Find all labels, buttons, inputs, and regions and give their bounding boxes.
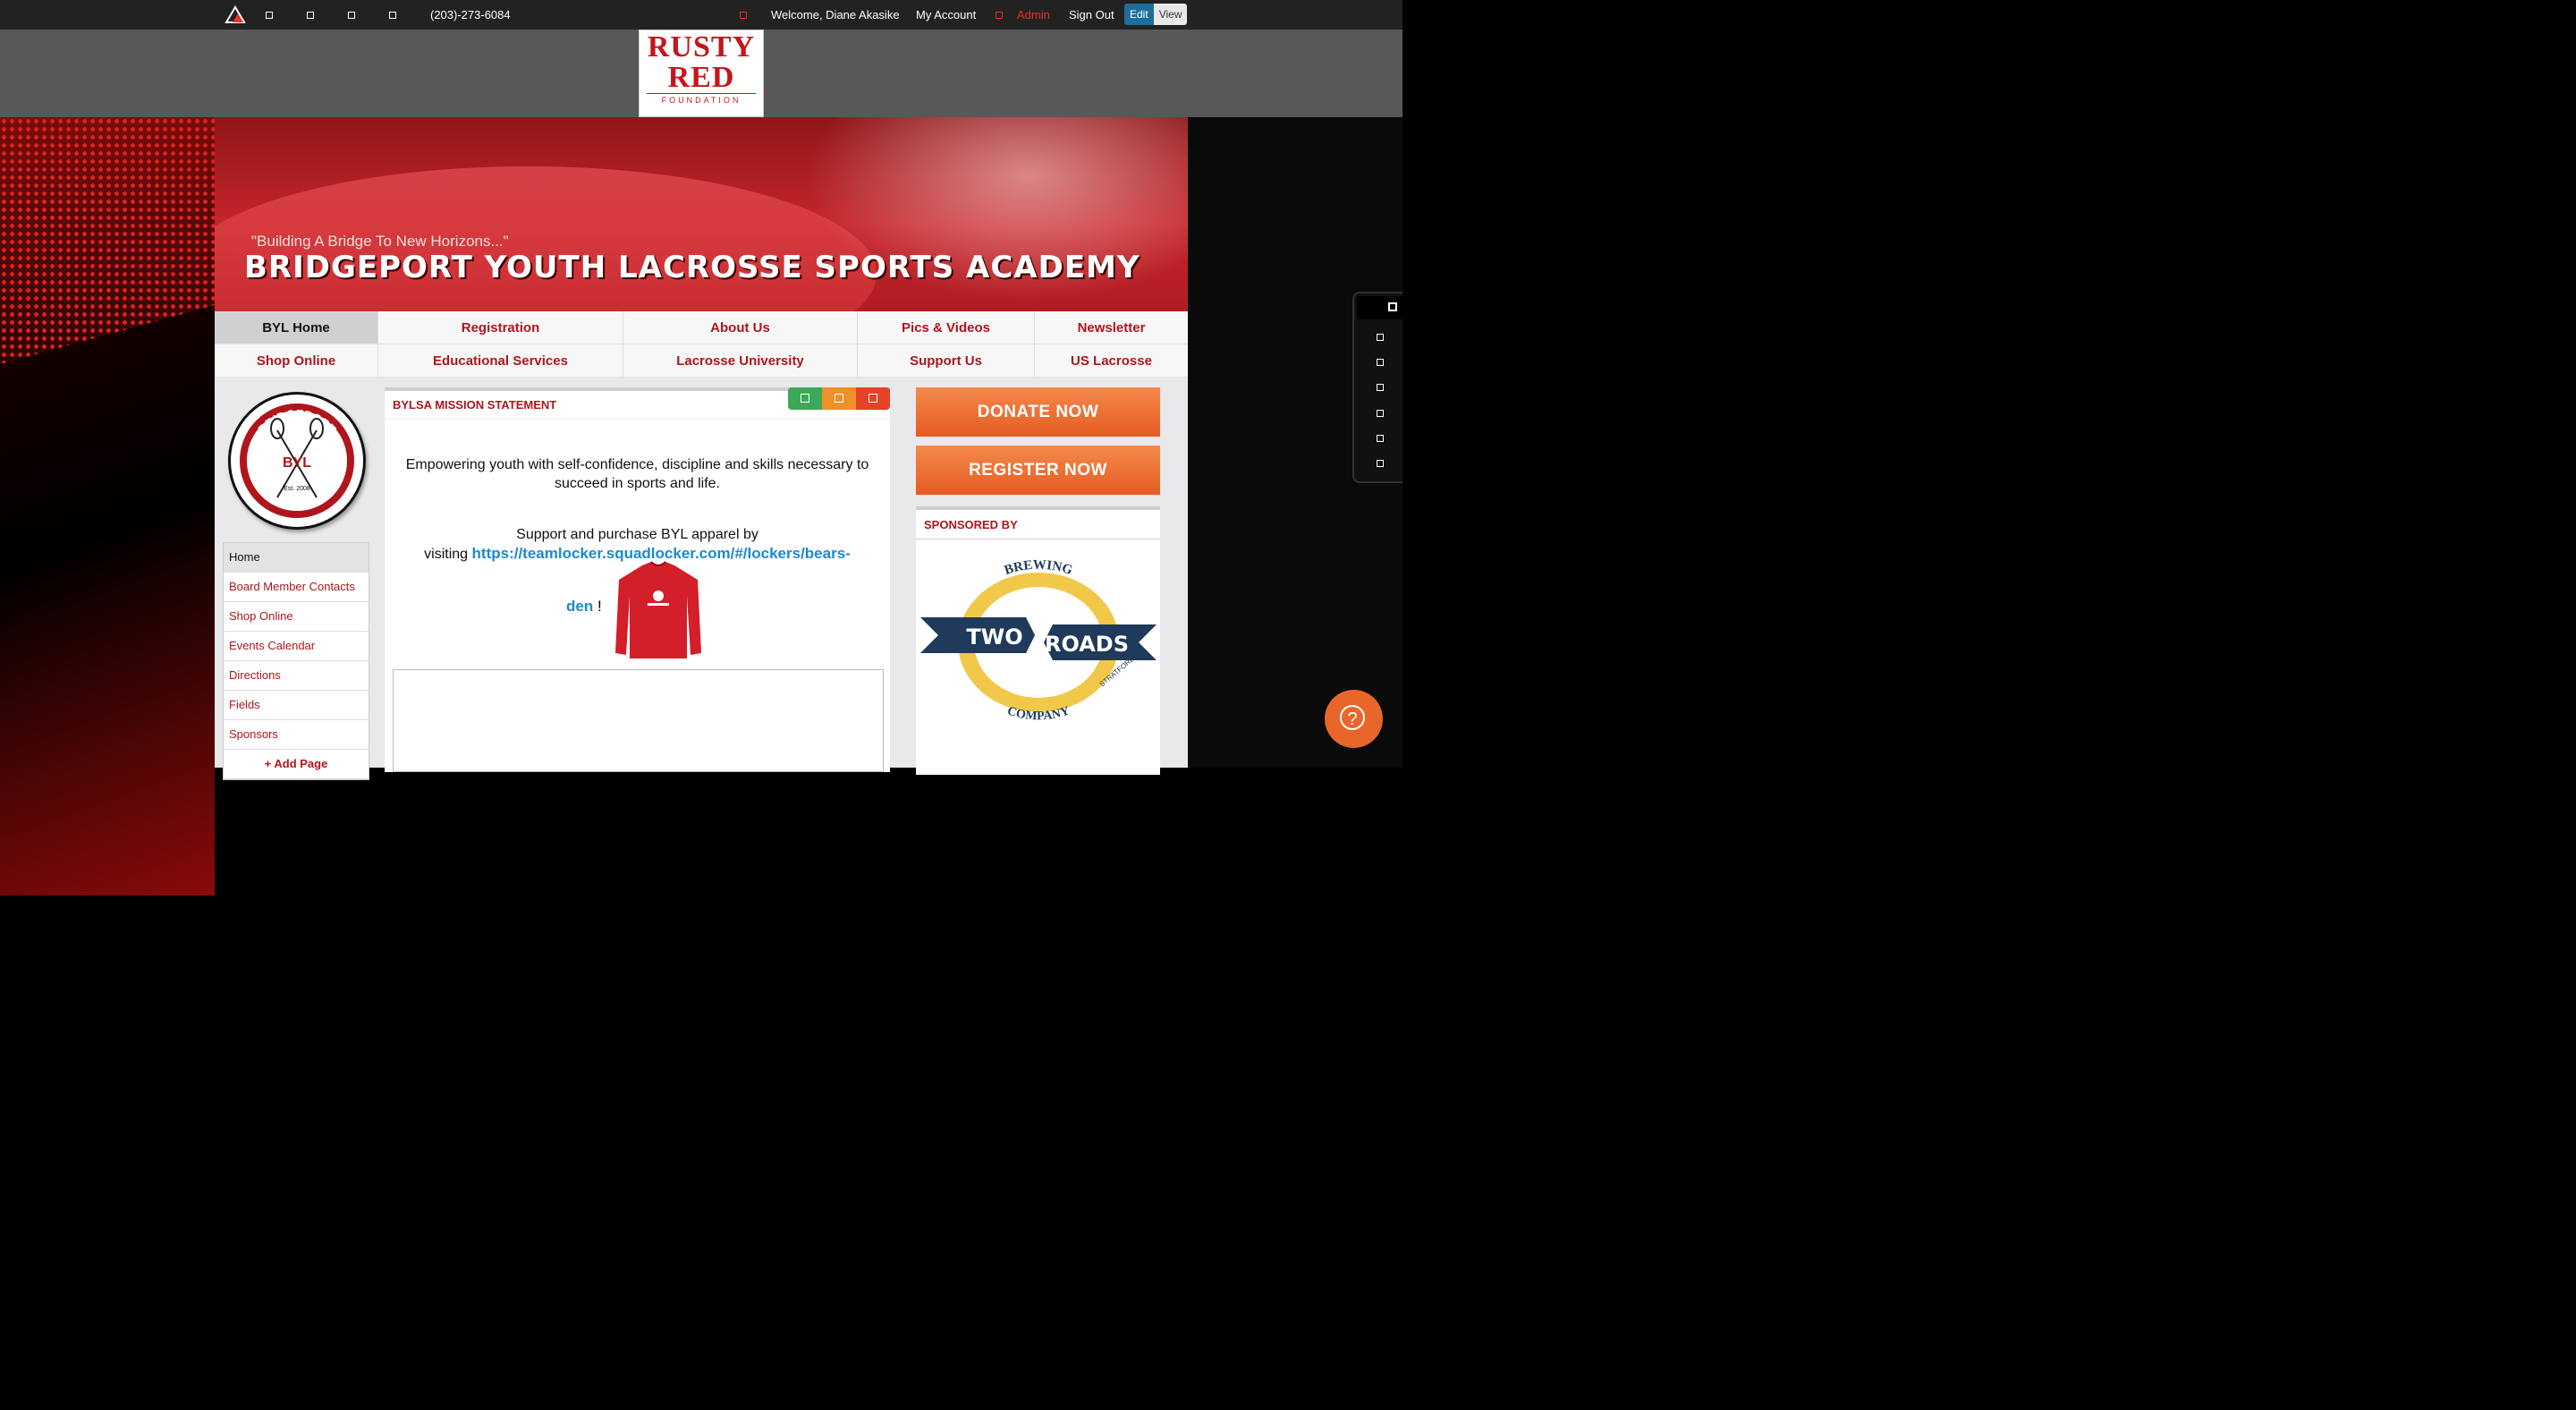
register-now-button[interactable]: REGISTER NOW bbox=[916, 446, 1160, 495]
admin-icon bbox=[996, 12, 1003, 19]
background-art-left bbox=[0, 117, 215, 896]
sidenav-events-calendar[interactable]: Events Calendar bbox=[224, 632, 369, 661]
admin-top-bar: (203)-273-6084 Welcome, Diane Akasike My… bbox=[0, 0, 1402, 30]
sign-out-link[interactable]: Sign Out bbox=[1069, 8, 1114, 21]
nav-lacrosse-university[interactable]: Lacrosse University bbox=[623, 344, 857, 378]
nav-shop-online[interactable]: Shop Online bbox=[215, 344, 377, 378]
nav-newsletter[interactable]: Newsletter bbox=[1034, 311, 1188, 344]
side-navigation: Home Board Member Contacts Shop Online E… bbox=[223, 542, 369, 780]
floating-side-toolbar bbox=[1352, 292, 1404, 483]
help-button[interactable]: ? bbox=[1325, 690, 1383, 748]
apparel-visiting: visiting bbox=[424, 547, 469, 562]
donate-now-button[interactable]: DONATE NOW bbox=[916, 387, 1160, 437]
notification-icon[interactable] bbox=[740, 12, 747, 19]
embed-box bbox=[393, 669, 884, 772]
sponsor-panel: SPONSORED BY TWO ROADS BREWING COMPANY S… bbox=[916, 506, 1160, 775]
sponsor-word-2: ROADS bbox=[1045, 632, 1129, 657]
hero-title: BRIDGEPORT YOUTH LACROSSE SPORTS ACADEMY bbox=[244, 250, 1140, 285]
question-mark-icon: ? bbox=[1340, 705, 1365, 730]
mission-panel: BYLSA MISSION STATEMENT Empowering youth… bbox=[385, 387, 890, 772]
side-tool-icon-4[interactable] bbox=[1377, 410, 1384, 417]
logo-line-3: FOUNDATION bbox=[647, 93, 756, 106]
side-tool-icon-5[interactable] bbox=[1377, 435, 1384, 442]
sidenav-board-member-contacts[interactable]: Board Member Contacts bbox=[224, 573, 369, 602]
nav-support-us[interactable]: Support Us bbox=[857, 344, 1034, 378]
toolbar-icon-4[interactable] bbox=[389, 12, 396, 19]
nav-byl-home[interactable]: BYL Home bbox=[215, 311, 377, 344]
panel-edit-button[interactable] bbox=[822, 387, 856, 410]
svg-text:BRIDGEPORT: BRIDGEPORT bbox=[255, 407, 338, 436]
apparel-exclamation: ! bbox=[597, 598, 602, 615]
add-page-button[interactable]: + Add Page bbox=[224, 750, 369, 779]
admin-link[interactable]: Admin bbox=[1017, 8, 1050, 21]
toolbar-icon-1[interactable] bbox=[266, 12, 273, 19]
panel-move-button[interactable] bbox=[788, 387, 822, 410]
apparel-text: Support and purchase BYL apparel by visi… bbox=[385, 525, 890, 564]
crest-top-text: BRIDGEPORT bbox=[255, 407, 338, 436]
sidenav-directions[interactable]: Directions bbox=[224, 661, 369, 691]
my-account-link[interactable]: My Account bbox=[916, 8, 976, 21]
phone-number: (203)-273-6084 bbox=[430, 8, 511, 21]
apparel-link-end-text[interactable]: den bbox=[566, 598, 593, 615]
byl-crest-logo: BRIDGEPORT YOUTH LACROSSE BYL Est. 2008 bbox=[228, 392, 366, 530]
apparel-link-end: den ! bbox=[566, 598, 602, 616]
edit-button[interactable]: Edit bbox=[1124, 4, 1154, 25]
byl-shirt-image[interactable] bbox=[615, 560, 701, 660]
logo-line-1: RUSTY bbox=[647, 30, 756, 64]
two-roads-brewing-logo[interactable]: TWO ROADS BREWING COMPANY STRATFORD CT bbox=[919, 553, 1158, 723]
sidenav-shop-online[interactable]: Shop Online bbox=[224, 602, 369, 632]
hero-tagline: "Building A Bridge To New Horizons..." bbox=[251, 233, 509, 250]
rusty-red-foundation-logo[interactable]: RUSTY RED FOUNDATION bbox=[639, 30, 764, 117]
logo-line-2: RED bbox=[667, 61, 735, 94]
view-button[interactable]: View bbox=[1153, 4, 1188, 25]
nav-about-us[interactable]: About Us bbox=[623, 311, 857, 344]
nav-registration[interactable]: Registration bbox=[377, 311, 623, 344]
nav-pics-videos[interactable]: Pics & Videos bbox=[857, 311, 1034, 344]
welcome-text: Welcome, Diane Akasike bbox=[771, 8, 900, 21]
mission-statement: Empowering youth with self-confidence, d… bbox=[405, 457, 869, 491]
edit-view-toggle: Edit View bbox=[1124, 4, 1188, 25]
sidenav-fields[interactable]: Fields bbox=[224, 691, 369, 720]
sidenav-sponsors[interactable]: Sponsors bbox=[224, 720, 369, 750]
crest-established: Est. 2008 bbox=[284, 486, 310, 492]
apparel-line-1: Support and purchase BYL apparel by bbox=[516, 527, 758, 542]
main-container: "Building A Bridge To New Horizons..." B… bbox=[215, 117, 1188, 780]
side-tool-icon-6[interactable] bbox=[1377, 460, 1384, 467]
side-tool-icon-3[interactable] bbox=[1377, 384, 1384, 391]
sponsor-word-1: TWO bbox=[966, 624, 1022, 650]
toolbar-icon-2[interactable] bbox=[307, 12, 314, 19]
toolbar-icon-3[interactable] bbox=[348, 12, 355, 19]
sidenav-home[interactable]: Home bbox=[224, 543, 369, 573]
panel-edit-tools bbox=[788, 387, 890, 410]
side-tool-icon-2[interactable] bbox=[1377, 359, 1384, 366]
nav-educational-services[interactable]: Educational Services bbox=[377, 344, 623, 378]
side-tool-icon-1[interactable] bbox=[1377, 334, 1384, 341]
side-tool-header-icon[interactable] bbox=[1388, 302, 1397, 311]
panel-delete-button[interactable] bbox=[856, 387, 890, 410]
crest-initials: BYL bbox=[283, 455, 311, 471]
sponsored-by-heading: SPONSORED BY bbox=[916, 506, 1160, 540]
main-navigation: BYL Home Registration About Us Pics & Vi… bbox=[215, 311, 1188, 378]
site-logo-icon[interactable] bbox=[225, 4, 246, 24]
nav-us-lacrosse[interactable]: US Lacrosse bbox=[1034, 344, 1188, 378]
hero-banner: "Building A Bridge To New Horizons..." B… bbox=[215, 117, 1188, 311]
